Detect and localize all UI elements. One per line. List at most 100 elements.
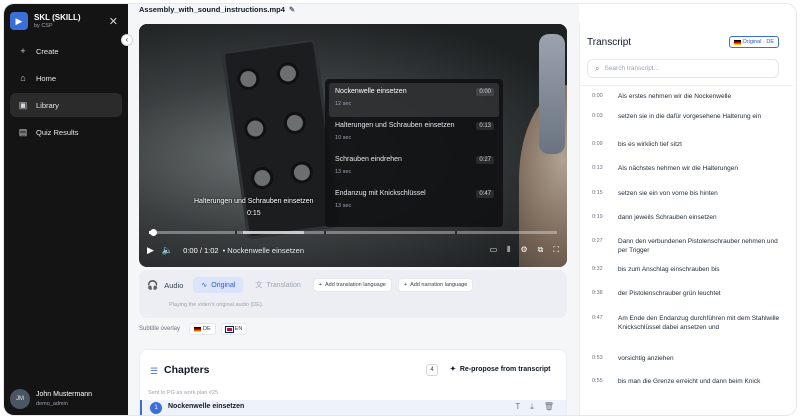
add-narration-language-button[interactable]: + Add narration language [397, 278, 474, 292]
subtitle-overlay-row: Subtitle overlay DE EN [139, 323, 248, 335]
transcript-timestamp[interactable]: 0:00 [580, 92, 618, 101]
transcript-row[interactable]: 0:09 bis es wirklich tief sitzt [580, 140, 793, 149]
hover-chapter-label: Halterungen und Schrauben einsetzen [194, 198, 314, 205]
subtitle-option-en[interactable]: EN [220, 323, 248, 335]
transcript-row[interactable]: 0:55 bis man die Grenze erreicht und dann… [580, 377, 793, 386]
sidebar-item-label: Home [36, 73, 57, 83]
chapters-card: ☰ Chapters 4 ✦ Re-propose from transcrip… [139, 349, 567, 415]
user-profile[interactable]: JM John Mustermann demo_admin [10, 389, 92, 409]
play-icon[interactable]: ▶ [147, 245, 154, 256]
chapter-menu-item[interactable]: Nockenwelle einsetzen 12 sec 0:00 [329, 83, 499, 117]
transcript-timestamp[interactable]: 0:03 [580, 112, 618, 121]
waveform-icon: ∿ [201, 282, 208, 289]
chapter-menu-title: Nockenwelle einsetzen [335, 88, 407, 95]
sidebar-item-label: Library [36, 100, 59, 110]
audio-translation-option[interactable]: 文 Translation [249, 277, 306, 293]
audio-original-option[interactable]: ∿ Original [193, 277, 244, 293]
transcript-timestamp[interactable]: 0:32 [580, 265, 618, 274]
robot-arm-image [539, 34, 565, 154]
transcript-row[interactable]: 0:15 setzen sie ein von vorne bis hinten [580, 189, 793, 198]
sidebar-nav: + Create ⌂ Home ▣ Library ▤ Quiz Results [10, 39, 122, 147]
settings-gear-icon[interactable]: ⚙ [521, 245, 528, 255]
transcript-badge-label: Original · DE [742, 39, 774, 45]
chapter-menu-title: Schrauben eindrehen [335, 156, 402, 163]
add-translation-language-button[interactable]: + Add translation language [312, 278, 392, 292]
chapters-title: Chapters [164, 364, 210, 376]
transcript-language-badge[interactable]: Original · DE [728, 36, 779, 48]
chapter-menu-time: 0:27 [476, 156, 494, 164]
subtitle-option-label: EN [234, 326, 243, 332]
transcript-timestamp[interactable]: 0:15 [580, 189, 618, 198]
sent-note: Sent to PG as work plan #25 [148, 390, 219, 396]
chapter-menu-item[interactable]: Schrauben eindrehen 13 sec 0:27 [329, 151, 499, 185]
chapter-menu: Nockenwelle einsetzen 12 sec 0:00 Halter… [325, 79, 503, 227]
repropose-button[interactable]: ✦ Re-propose from transcript [450, 365, 551, 374]
transcript-row[interactable]: 0:38 der Pistolenschrauber grün leuchtet [580, 289, 793, 298]
download-icon[interactable]: ⤓ [530, 402, 534, 412]
transcript-search-input[interactable] [604, 65, 765, 72]
chapter-number: 1 [150, 402, 162, 414]
brand-name: SKL (SKILL) [34, 12, 81, 22]
chapter-marker [324, 231, 327, 234]
transcript-row[interactable]: 0:27 Dann den verbundenen Pistolenschraub… [580, 237, 793, 255]
chapters-icon[interactable]: ⫴ [507, 245, 510, 255]
trash-icon[interactable]: 🗑 [544, 402, 554, 412]
captions-icon[interactable]: ▭ [490, 245, 498, 255]
edit-pencil-icon[interactable]: ✎ [289, 5, 295, 14]
sidebar-item-home[interactable]: ⌂ Home [10, 66, 122, 90]
chapter-menu-title: Endanzug mit Knickschlüssel [335, 190, 426, 197]
close-sidebar-icon[interactable]: ✕ [109, 15, 118, 28]
chapter-menu-duration: 13 sec [335, 203, 352, 209]
transcript-row[interactable]: 0:13 Als nächstes nehmen wir die Halterun… [580, 164, 793, 173]
transcript-row[interactable]: 0:32 bis zum Anschlag einschrauben bis [580, 265, 793, 274]
chapter-menu-time: 0:47 [476, 190, 494, 198]
chapter-menu-item[interactable]: Endanzug mit Knickschlüssel 13 sec 0:47 [329, 185, 499, 219]
transcript-timestamp[interactable]: 0:27 [580, 237, 618, 255]
file-title-row: Assembly_with_sound_instructions.mp4 ✎ [139, 5, 295, 14]
transcript-row[interactable]: 0:00 Als erstes nehmen wir die Nockenwell… [580, 92, 793, 101]
transcript-timestamp[interactable]: 0:55 [580, 377, 618, 386]
transcript-timestamp[interactable]: 0:38 [580, 289, 618, 298]
chapter-marker [234, 231, 237, 234]
transcript-timestamp[interactable]: 0:53 [580, 354, 618, 363]
transcript-timestamp[interactable]: 0:19 [580, 213, 618, 222]
engine-block-image [221, 38, 342, 240]
video-controls: ▶ 🔈 0:00 / 1:02 • Nockenwelle einsetzen … [147, 242, 559, 258]
transcript-timestamp[interactable]: 0:47 [580, 314, 618, 332]
volume-icon[interactable]: 🔈 [162, 245, 173, 256]
sidebar-item-library[interactable]: ▣ Library [10, 93, 122, 117]
picture-in-picture-icon[interactable]: ⧉ [538, 245, 544, 255]
user-name: John Mustermann [36, 391, 93, 398]
chapter-marker [455, 231, 457, 234]
progress-bar[interactable] [149, 229, 557, 236]
transcript-row[interactable]: 0:53 vorsichtig anziehen [580, 354, 793, 363]
current-chapter-label[interactable]: • Nockenwelle einsetzen [223, 246, 304, 255]
subtitle-option-de[interactable]: DE [189, 323, 216, 335]
fullscreen-icon[interactable]: ⛶ [553, 245, 559, 255]
chapter-menu-time: 0:13 [476, 122, 494, 130]
transcript-row[interactable]: 0:47 Am Ende den Endanzug durchführen mit… [580, 314, 793, 332]
add-narration-label: Add narration language [410, 282, 468, 288]
chapter-menu-item[interactable]: Halterungen und Schrauben einsetzen 10 s… [329, 117, 499, 151]
transcript-timestamp[interactable]: 0:13 [580, 164, 618, 173]
search-icon: ⌕ [595, 63, 600, 73]
brand[interactable]: ▶ SKL (SKILL) by CSP [10, 12, 81, 30]
transcript-row[interactable]: 0:19 dann jeweils Schrauben einsetzen [580, 213, 793, 222]
sidebar-item-create[interactable]: + Create [10, 39, 122, 63]
transcript-panel: Transcript Original · DE ⌕ 0:00Als erste… [579, 22, 793, 415]
text-format-icon[interactable]: T [515, 402, 520, 412]
collapse-sidebar-button[interactable]: ‹ [121, 34, 133, 46]
chapters-count-badge: 4 [426, 364, 438, 376]
transcript-row[interactable]: 0:03 setzen sie in die dafür vorgesehene … [580, 112, 793, 121]
chart-icon: ▤ [18, 126, 28, 137]
video-player[interactable]: Nockenwelle einsetzen 12 sec 0:00 Halter… [139, 24, 567, 267]
transcript-timestamp[interactable]: 0:09 [580, 140, 618, 149]
chapter-row[interactable]: 1 Nockenwelle einsetzen T ⤓ 🗑 [140, 400, 566, 415]
main-content: Assembly_with_sound_instructions.mp4 ✎ N [128, 4, 579, 415]
subtitle-option-label: DE [203, 326, 211, 332]
chapter-menu-time: 0:00 [476, 88, 494, 96]
transcript-search: ⌕ [587, 59, 779, 78]
transcript-text: Als erstes nehmen wir die Nockenwelle [618, 93, 732, 100]
transcript-text: der Pistolenschrauber grün leuchtet [618, 290, 721, 297]
sidebar-item-quiz-results[interactable]: ▤ Quiz Results [10, 120, 122, 144]
